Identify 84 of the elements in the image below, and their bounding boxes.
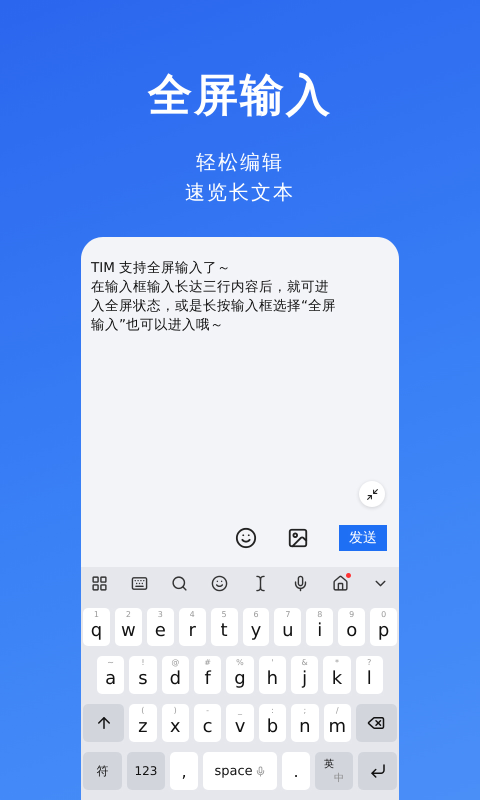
key-hint: 0 xyxy=(381,610,386,619)
enter-key[interactable] xyxy=(358,752,398,790)
keyboard-key[interactable]: / m xyxy=(324,704,351,742)
backspace-icon xyxy=(367,714,386,732)
emoji-icon[interactable] xyxy=(211,575,228,592)
keyboard-key[interactable]: % g xyxy=(226,656,254,694)
message-text: 输入”也可以进入哦～ xyxy=(91,316,225,335)
key-hint: ( xyxy=(141,706,144,715)
key-hint: @ xyxy=(171,658,180,667)
key-hint: 7 xyxy=(285,610,290,619)
keyboard-key[interactable]: . xyxy=(282,752,310,790)
key-hint: / xyxy=(336,706,339,715)
message-text: 在输入框输入长达三行内容后，就可进 xyxy=(91,278,330,297)
grid-icon[interactable] xyxy=(91,575,108,592)
keyboard-key[interactable]: ' h xyxy=(258,656,286,694)
keyboard-key[interactable]: # f xyxy=(194,656,222,694)
keyboard-key[interactable]: 8 i xyxy=(306,608,334,646)
keyboard-key[interactable]: , xyxy=(170,752,198,790)
collapse-button[interactable] xyxy=(359,481,385,507)
send-button[interactable]: 发送 xyxy=(339,525,387,551)
emoji-icon[interactable] xyxy=(235,527,257,549)
key-hint: ! xyxy=(141,658,145,667)
key-hint: - xyxy=(206,706,210,715)
message-text: 入全屏状态，或是长按输入框选择“全屏 xyxy=(91,297,337,316)
keyboard-key[interactable]: 7 u xyxy=(274,608,302,646)
key-hint: : xyxy=(271,706,274,715)
shift-key[interactable] xyxy=(83,704,124,742)
key-hint: 6 xyxy=(253,610,259,619)
key-hint: 1 xyxy=(94,610,99,619)
key-hint: % xyxy=(236,658,244,667)
key-hint: 9 xyxy=(349,610,354,619)
keyboard-key[interactable]: 6 y xyxy=(242,608,270,646)
space-key[interactable]: space xyxy=(202,752,278,790)
keyboard-key[interactable]: 4 r xyxy=(178,608,206,646)
keyboard-key[interactable]: ) x xyxy=(162,704,189,742)
key-label: space xyxy=(214,764,253,778)
collapse-arrows-icon xyxy=(366,488,378,500)
keyboard-key[interactable]: 123 xyxy=(126,752,166,790)
keyboard-key[interactable]: * k xyxy=(323,656,351,694)
keyboard-key[interactable]: 3 e xyxy=(146,608,174,646)
keyboard-icon[interactable] xyxy=(131,575,148,592)
key-hint: _ xyxy=(238,706,242,715)
keyboard-key[interactable]: ; n xyxy=(291,704,319,742)
backspace-key[interactable] xyxy=(356,704,398,742)
key-hint: 5 xyxy=(222,610,227,619)
key-hint: & xyxy=(302,658,308,667)
keyboard-key[interactable]: @ d xyxy=(162,656,189,694)
key-hint: ; xyxy=(303,706,306,715)
keyboard-key[interactable]: ( z xyxy=(129,704,156,742)
key-label: 中 xyxy=(334,772,344,785)
microphone-icon xyxy=(254,766,266,776)
keyboard-key[interactable]: _ v xyxy=(226,704,254,742)
key-label: 英 xyxy=(324,758,334,771)
hero-subtitle: 速览长文本 xyxy=(185,179,295,206)
key-hint: ) xyxy=(174,706,177,715)
key-hint: 2 xyxy=(126,610,131,619)
keyboard-key[interactable]: - c xyxy=(194,704,222,742)
keyboard-key[interactable]: ? l xyxy=(356,656,383,694)
keyboard-key[interactable]: 0 p xyxy=(370,608,398,646)
key-hint: ~ xyxy=(107,658,114,667)
hero-subtitle: 轻松编辑 xyxy=(196,149,284,176)
search-icon[interactable] xyxy=(171,575,188,592)
keyboard-key[interactable]: ! s xyxy=(129,656,157,694)
key-hint: 8 xyxy=(317,610,322,619)
keyboard-key[interactable]: 2 w xyxy=(114,608,142,646)
keyboard-key[interactable]: 5 t xyxy=(210,608,238,646)
keyboard-key[interactable]: ~ a xyxy=(97,656,124,694)
keyboard-key[interactable]: : b xyxy=(258,704,286,742)
key-hint: # xyxy=(204,658,211,667)
key-hint: * xyxy=(334,658,339,667)
home-icon[interactable] xyxy=(332,575,349,592)
keyboard-key[interactable]: & j xyxy=(290,656,318,694)
key-hint: 3 xyxy=(158,610,163,619)
key-hint: ? xyxy=(367,658,372,667)
enter-icon xyxy=(368,762,387,780)
message-text: TIM 支持全屏输入了～ xyxy=(91,259,232,278)
key-hint: ' xyxy=(271,658,274,667)
language-key[interactable]: 英 中 xyxy=(314,752,354,790)
hero-title: 全屏输入 xyxy=(148,69,332,123)
key-hint: 4 xyxy=(190,610,195,619)
keyboard-key[interactable]: 9 o xyxy=(338,608,366,646)
image-icon[interactable] xyxy=(287,527,309,549)
keyboard-key[interactable]: 1 q xyxy=(83,608,110,646)
keyboard-key[interactable]: 符 xyxy=(83,752,122,790)
